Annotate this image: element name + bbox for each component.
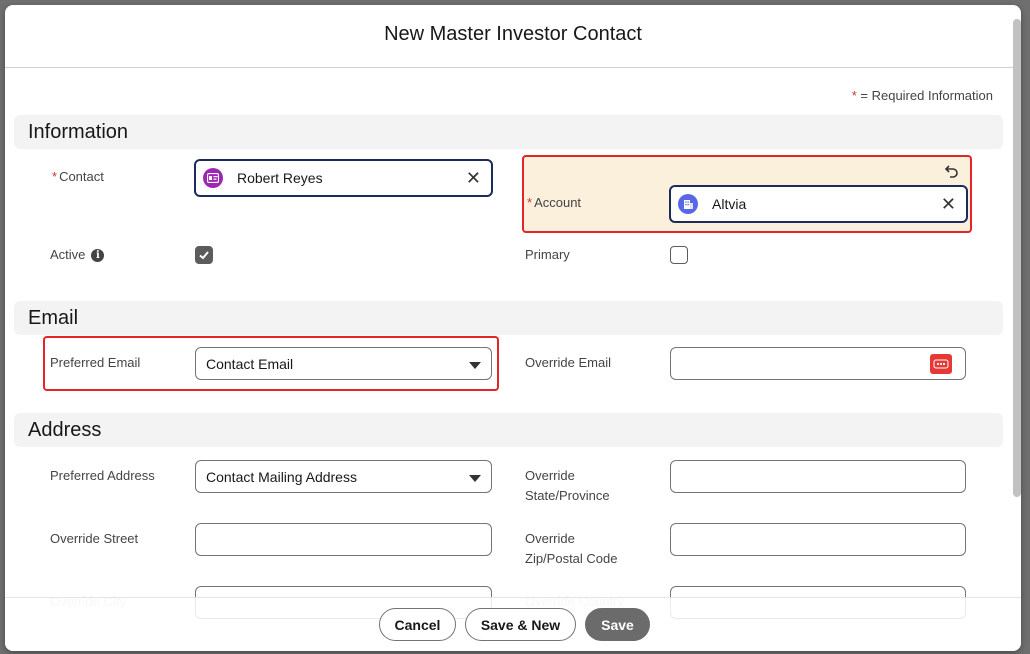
new-contact-modal: New Master Investor Contact * = Required… xyxy=(5,5,1021,651)
chevron-down-icon xyxy=(469,475,481,482)
override-zip-label: Override Zip/Postal Code xyxy=(525,531,618,566)
save-and-new-button[interactable]: Save & New xyxy=(465,608,576,641)
active-checkbox[interactable] xyxy=(195,246,213,264)
override-email-input[interactable] xyxy=(670,347,966,380)
override-email-label: Override Email xyxy=(525,355,611,370)
check-icon xyxy=(199,251,209,260)
modal-header: New Master Investor Contact xyxy=(5,5,1021,68)
section-header-information[interactable]: Information xyxy=(14,115,1003,149)
modal-footer: Cancel Save & New Save xyxy=(5,597,1021,651)
more-options-icon[interactable] xyxy=(930,354,952,374)
account-label: * Account xyxy=(527,195,582,210)
account-value: Altvia xyxy=(712,196,747,212)
close-icon[interactable]: ✕ xyxy=(466,168,481,188)
override-state-label: Override State/Province xyxy=(525,468,610,503)
close-icon[interactable]: ✕ xyxy=(941,194,956,214)
active-label: Active i xyxy=(50,245,105,265)
preferred-address-label: Preferred Address xyxy=(50,468,155,483)
primary-label: Primary xyxy=(525,247,570,262)
building-icon xyxy=(678,194,698,214)
override-state-input[interactable] xyxy=(670,460,966,493)
cancel-button[interactable]: Cancel xyxy=(379,608,456,641)
override-street-input[interactable] xyxy=(195,523,492,556)
section-header-address[interactable]: Address xyxy=(14,413,1003,447)
modal-title: New Master Investor Contact xyxy=(384,22,642,45)
contact-card-icon xyxy=(203,168,223,188)
save-button[interactable]: Save xyxy=(585,608,650,641)
preferred-email-label: Preferred Email xyxy=(50,355,141,370)
override-zip-input[interactable] xyxy=(670,523,966,556)
override-street-label: Override Street xyxy=(50,531,139,546)
primary-checkbox[interactable] xyxy=(670,246,688,264)
contact-label: * Contact xyxy=(52,169,104,184)
chevron-down-icon xyxy=(469,362,481,369)
account-lookup[interactable]: Altvia ✕ xyxy=(669,185,968,223)
contact-lookup[interactable]: Robert Reyes ✕ xyxy=(194,159,493,197)
preferred-email-select[interactable]: Contact Email xyxy=(195,347,492,380)
undo-icon[interactable] xyxy=(944,163,960,179)
section-header-email[interactable]: Email xyxy=(14,301,1003,335)
scrollbar[interactable] xyxy=(1013,19,1021,497)
info-icon[interactable]: i xyxy=(91,249,105,262)
preferred-address-select[interactable]: Contact Mailing Address xyxy=(195,460,492,493)
required-note: * = Required Information xyxy=(851,88,993,103)
contact-value: Robert Reyes xyxy=(237,170,323,186)
